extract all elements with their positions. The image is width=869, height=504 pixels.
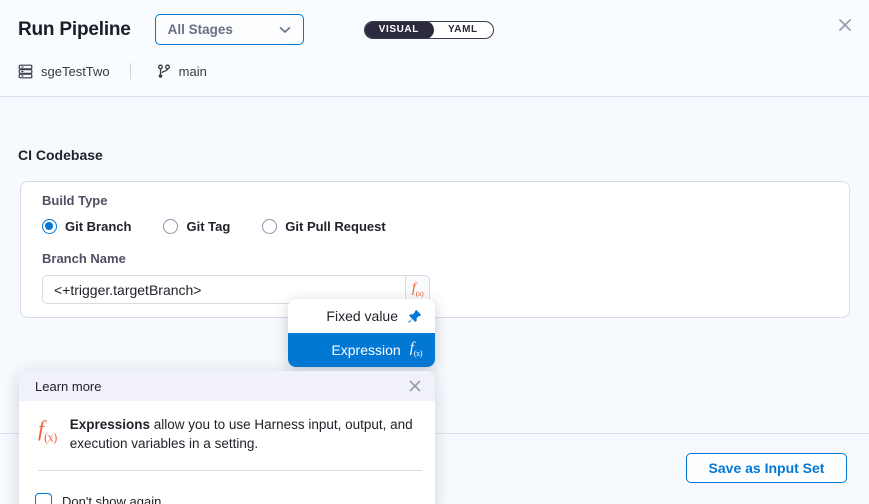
popover-description: Expressions allow you to use Harness inp… xyxy=(70,415,414,453)
stage-select-value: All Stages xyxy=(168,22,233,37)
repository-name: sgeTestTwo xyxy=(41,64,110,79)
pipeline-meta: sgeTestTwo main xyxy=(0,63,869,79)
fx-icon: f(x) xyxy=(410,341,422,358)
section-title-ci-codebase: CI Codebase xyxy=(18,147,869,163)
popover-body: f(x) Expressions allow you to use Harnes… xyxy=(19,401,435,453)
toggle-visual[interactable]: VISUAL xyxy=(364,21,434,39)
menu-item-fixed-value[interactable]: Fixed value xyxy=(288,299,435,333)
toggle-yaml[interactable]: YAML xyxy=(433,22,493,37)
git-branch-icon xyxy=(157,64,171,79)
popover-divider xyxy=(38,470,422,471)
radio-git-tag[interactable]: Git Tag xyxy=(163,219,230,234)
radio-selected-icon[interactable] xyxy=(42,219,57,234)
radio-unselected-icon[interactable] xyxy=(262,219,277,234)
dont-show-again-row: Don't show again xyxy=(35,493,435,504)
popover-close-icon[interactable] xyxy=(409,380,421,392)
radio-git-pull-request[interactable]: Git Pull Request xyxy=(262,219,385,234)
learn-more-popover: Learn more f(x) Expressions allow you to… xyxy=(19,371,435,504)
branch-name-label: Branch Name xyxy=(42,251,828,266)
page-title: Run Pipeline xyxy=(18,19,131,41)
radio-unselected-icon[interactable] xyxy=(163,219,178,234)
popover-header: Learn more xyxy=(19,371,435,401)
visual-yaml-toggle: VISUAL YAML xyxy=(364,21,494,39)
branch-name-input-group: f(x) xyxy=(42,275,828,304)
dont-show-again-checkbox[interactable] xyxy=(35,493,52,504)
value-type-menu: Fixed value Expression f(x) xyxy=(288,299,435,367)
menu-item-expression[interactable]: Expression f(x) xyxy=(288,333,435,367)
modal-header: Run Pipeline All Stages VISUAL YAML xyxy=(0,0,869,97)
build-type-radio-group: Git Branch Git Tag Git Pull Request xyxy=(42,219,828,234)
popover-title: Learn more xyxy=(35,379,101,394)
fx-icon-large: f(x) xyxy=(38,418,57,453)
ci-codebase-card: Build Type Git Branch Git Tag Git Pull R… xyxy=(20,181,850,318)
branch-name: main xyxy=(179,64,207,79)
radio-git-branch[interactable]: Git Branch xyxy=(42,219,131,234)
close-icon[interactable] xyxy=(838,18,852,32)
stage-select-dropdown[interactable]: All Stages xyxy=(155,14,304,45)
chevron-down-icon xyxy=(279,26,291,34)
dont-show-again-label: Don't show again xyxy=(62,494,161,504)
vertical-divider xyxy=(130,63,131,79)
pin-icon xyxy=(407,309,422,324)
build-type-label: Build Type xyxy=(42,193,828,208)
fx-icon: f(x) xyxy=(412,282,423,298)
save-as-input-set-button[interactable]: Save as Input Set xyxy=(686,453,847,483)
run-pipeline-modal: Run Pipeline All Stages VISUAL YAML xyxy=(0,0,869,504)
repository-icon xyxy=(18,64,33,79)
